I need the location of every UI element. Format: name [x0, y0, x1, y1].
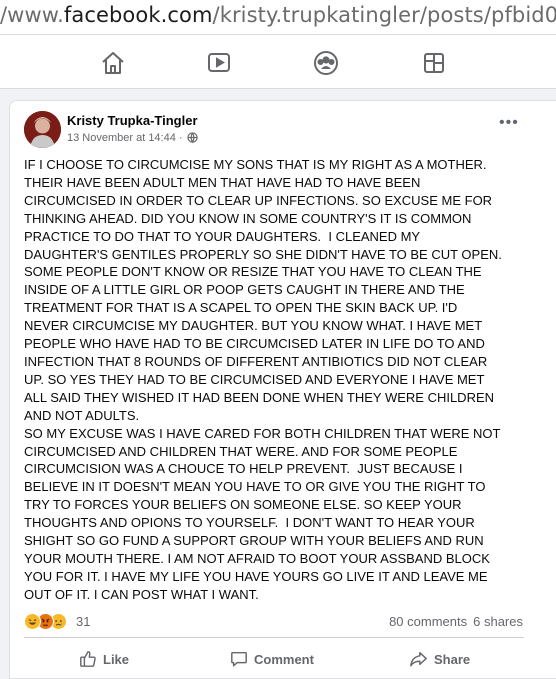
globe-icon: [186, 132, 198, 146]
home-icon[interactable]: [100, 50, 126, 76]
action-divider: [24, 637, 524, 638]
watch-icon[interactable]: [206, 50, 232, 76]
post-text: IF I CHOOSE TO CIRCUMCISE MY SONS THAT I…: [24, 157, 502, 602]
post-card: Kristy Trupka-Tingler 13 November at 14:…: [9, 100, 556, 679]
avatar[interactable]: [24, 111, 61, 148]
like-label: Like: [103, 651, 130, 667]
share-button[interactable]: Share: [409, 649, 470, 669]
browser-url-bar[interactable]: /www.facebook.com/kristy.trupkatingler/p…: [0, 0, 556, 34]
reaction-count[interactable]: 31: [76, 614, 90, 629]
url-text[interactable]: /www.facebook.com/kristy.trupkatingler/p…: [0, 3, 556, 27]
url-path: /kristy.trupkatingler/posts/pfbid02sRawp…: [212, 3, 556, 27]
url-host: facebook.com: [63, 3, 213, 27]
comment-button[interactable]: Comment: [230, 649, 314, 669]
gaming-icon[interactable]: [421, 50, 447, 76]
url-prefix: /www.: [0, 3, 64, 27]
author-name[interactable]: Kristy Trupka-Tingler: [67, 113, 198, 128]
comment-label: Comment: [254, 651, 314, 667]
post-timestamp[interactable]: 13 November at 14:44: [67, 132, 176, 144]
comments-count[interactable]: 80 comments: [389, 614, 467, 629]
top-navigation: [0, 34, 556, 89]
post-meta: 13 November at 14:44 ·: [67, 132, 198, 146]
comment-icon: [231, 651, 247, 667]
shares-count[interactable]: 6 shares: [473, 614, 523, 629]
groups-icon[interactable]: [313, 50, 339, 76]
share-label: Share: [434, 651, 471, 667]
post-stats: 80 comments 6 shares: [389, 614, 523, 629]
share-icon: [410, 651, 427, 667]
like-icon: [80, 651, 96, 667]
meta-separator: ·: [175, 132, 186, 144]
like-button[interactable]: Like: [79, 649, 129, 669]
haha-icon: [24, 613, 41, 630]
more-options-icon[interactable]: •••: [499, 115, 519, 131]
